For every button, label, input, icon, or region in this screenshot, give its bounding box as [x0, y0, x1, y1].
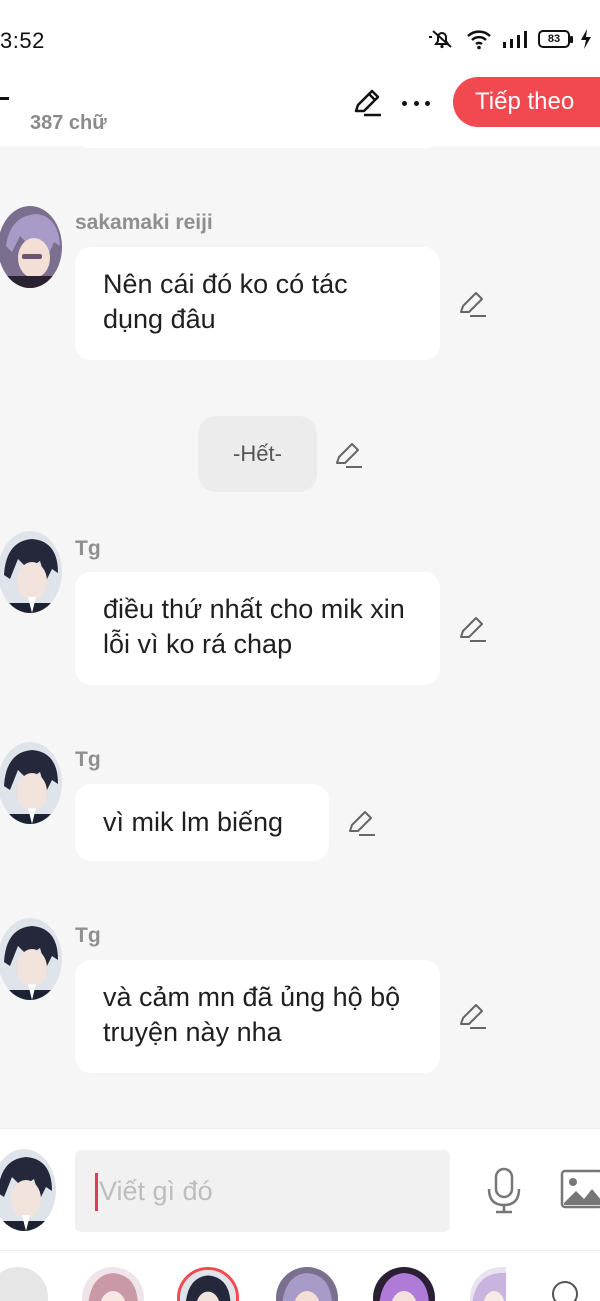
character-bar: [0, 1250, 600, 1301]
sender-name: sakamaki reiji: [75, 211, 213, 234]
character-avatar[interactable]: [276, 1267, 338, 1301]
message-composer: Viết gì đó: [0, 1128, 600, 1250]
more-icon[interactable]: [400, 88, 432, 118]
text-caret: [95, 1173, 98, 1211]
image-icon[interactable]: [560, 1169, 600, 1209]
character-avatar[interactable]: [470, 1267, 506, 1301]
message-bubble[interactable]: Nên cái đó ko có tác dụng đâu: [75, 247, 440, 360]
status-bar: 3:52 83: [0, 0, 600, 80]
message-bubble[interactable]: và cảm mn đã ủng hộ bộ truyện này nha: [75, 960, 440, 1073]
narration-bubble[interactable]: -Hết-: [198, 416, 317, 492]
avatar-sakamaki-reiji[interactable]: [0, 206, 62, 288]
edit-icon[interactable]: [350, 86, 384, 120]
character-avatar[interactable]: [373, 1267, 435, 1301]
microphone-icon[interactable]: [484, 1167, 524, 1215]
edit-message-icon[interactable]: [458, 289, 488, 319]
back-icon[interactable]: [0, 97, 9, 100]
sender-name: Tg: [75, 748, 101, 771]
charging-icon: [580, 28, 592, 50]
character-avatar-selected[interactable]: [177, 1267, 239, 1301]
clock: 3:52: [0, 28, 45, 53]
message-input[interactable]: Viết gì đó: [75, 1150, 450, 1232]
sender-name: Tg: [75, 537, 101, 560]
message-bubble[interactable]: điều thứ nhất cho mik xin lỗi vì ko rá c…: [75, 572, 440, 685]
edit-message-icon[interactable]: [334, 440, 364, 470]
edit-message-icon[interactable]: [458, 614, 488, 644]
search-icon[interactable]: [552, 1281, 578, 1301]
wifi-icon: [466, 28, 492, 50]
next-button[interactable]: Tiếp theo: [453, 77, 600, 127]
mute-bell-icon: [428, 28, 456, 50]
edit-message-icon[interactable]: [347, 808, 377, 838]
edit-message-icon[interactable]: [458, 1001, 488, 1031]
sender-name: Tg: [75, 924, 101, 947]
status-icons: 83: [428, 28, 592, 50]
signal-icon: [502, 29, 528, 49]
current-character-avatar[interactable]: [0, 1149, 56, 1231]
avatar-tg[interactable]: [0, 742, 62, 824]
battery-icon: 83: [538, 30, 573, 48]
avatar-tg[interactable]: [0, 918, 62, 1000]
character-avatar[interactable]: [82, 1267, 144, 1301]
word-count: 387 chữ: [30, 112, 107, 134]
avatar-tg[interactable]: [0, 531, 62, 613]
message-bubble[interactable]: vì mik lm biếng: [75, 784, 329, 861]
menu-icon[interactable]: [0, 1267, 48, 1301]
previous-message-bubble: [75, 134, 440, 148]
